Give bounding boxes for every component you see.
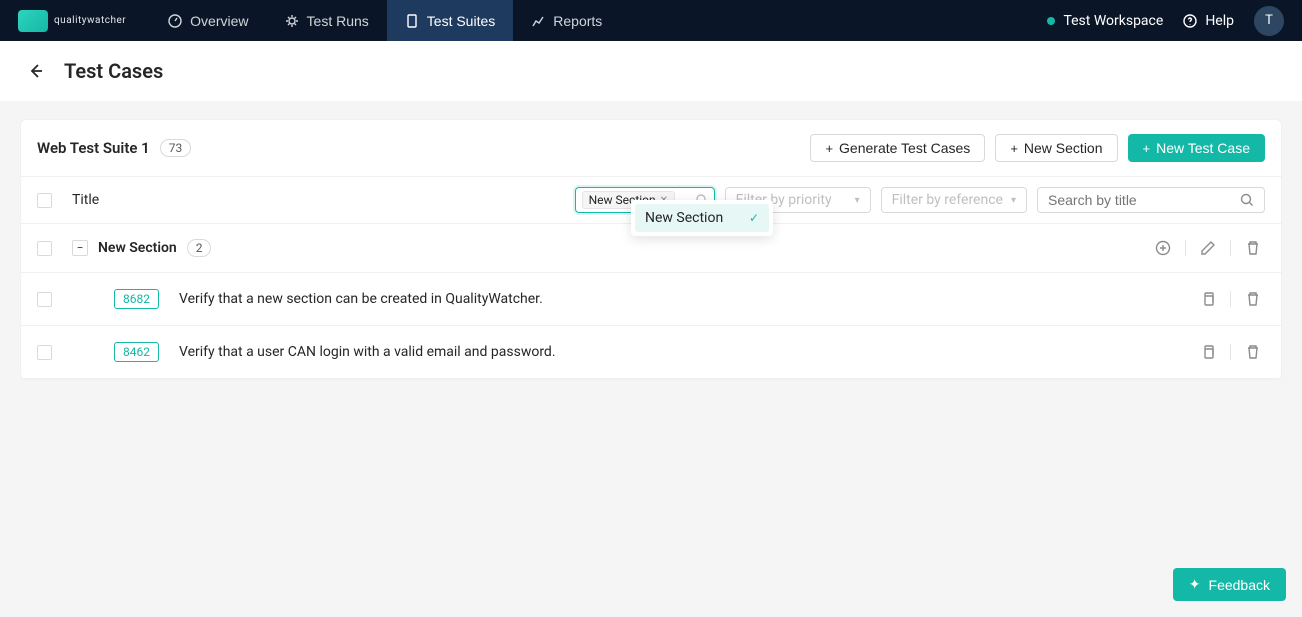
test-case-row[interactable]: 8462 Verify that a user CAN login with a…	[21, 326, 1281, 379]
section-filter-dropdown: New Section ✓	[631, 200, 773, 236]
divider	[1185, 240, 1186, 256]
case-id-badge: 8462	[114, 342, 159, 362]
nav-test-runs-label: Test Runs	[307, 13, 369, 29]
logo-icon	[18, 10, 48, 32]
divider	[1230, 291, 1231, 307]
new-section-button[interactable]: + New Section	[995, 134, 1117, 162]
delete-case-button[interactable]	[1241, 340, 1265, 364]
avatar[interactable]: T	[1254, 6, 1284, 36]
search-button[interactable]	[1230, 187, 1265, 213]
page-header: Test Cases	[0, 41, 1302, 101]
test-case-row[interactable]: 8682 Verify that a new section can be cr…	[21, 273, 1281, 326]
feedback-button[interactable]: ✦ Feedback	[1173, 568, 1286, 601]
nav-reports-label: Reports	[553, 13, 602, 29]
nav-test-suites-label: Test Suites	[427, 13, 495, 29]
search-input[interactable]	[1037, 187, 1240, 213]
dropdown-option-label: New Section	[645, 210, 723, 226]
nav-overview[interactable]: Overview	[150, 0, 266, 41]
topbar: qualitywatcher Overview Test Runs Test S…	[0, 0, 1302, 41]
case-title: Verify that a new section can be created…	[179, 291, 543, 307]
chart-icon	[531, 14, 545, 28]
nav-reports[interactable]: Reports	[513, 0, 620, 41]
case-row-actions	[1196, 340, 1265, 364]
help-label: Help	[1205, 13, 1234, 29]
nav-test-runs[interactable]: Test Runs	[267, 0, 387, 41]
plus-icon: +	[1010, 141, 1018, 156]
logo[interactable]: qualitywatcher	[18, 10, 126, 32]
help-link[interactable]: Help	[1183, 13, 1234, 29]
reference-filter-select[interactable]: Filter by reference ▾	[881, 187, 1027, 213]
new-section-label: New Section	[1024, 140, 1103, 156]
workspace-switcher[interactable]: Test Workspace	[1047, 13, 1163, 29]
select-all-checkbox[interactable]	[37, 193, 52, 208]
dashboard-icon	[168, 14, 182, 28]
reference-placeholder: Filter by reference	[892, 192, 1003, 208]
nav-test-suites[interactable]: Test Suites	[387, 0, 513, 41]
section-row-actions	[1151, 236, 1265, 260]
help-icon	[1183, 14, 1197, 28]
case-id-badge: 8682	[114, 289, 159, 309]
edit-section-button[interactable]	[1196, 236, 1220, 260]
add-case-button[interactable]	[1151, 236, 1175, 260]
generate-test-cases-button[interactable]: + Generate Test Cases	[810, 134, 985, 162]
divider	[1230, 344, 1231, 360]
workspace-name: Test Workspace	[1063, 13, 1163, 29]
plus-icon: +	[825, 141, 833, 156]
case-title: Verify that a user CAN login with a vali…	[179, 344, 556, 360]
delete-case-button[interactable]	[1241, 287, 1265, 311]
back-button[interactable]	[24, 59, 48, 83]
section-count-badge: 2	[187, 239, 212, 257]
feedback-label: Feedback	[1209, 577, 1270, 593]
tablet-icon	[405, 14, 419, 28]
chevron-down-icon: ▾	[1011, 195, 1016, 206]
suite-count-badge: 73	[160, 139, 192, 157]
collapse-toggle[interactable]: −	[72, 240, 88, 256]
avatar-initial: T	[1265, 13, 1273, 28]
logo-text: qualitywatcher	[54, 15, 126, 26]
section-checkbox[interactable]	[37, 241, 52, 256]
copy-case-button[interactable]	[1196, 287, 1220, 311]
section-title: New Section	[98, 240, 177, 256]
main-nav: Overview Test Runs Test Suites Reports	[150, 0, 620, 41]
topbar-right: Test Workspace Help T	[1047, 6, 1284, 36]
content-panel: Web Test Suite 1 73 + Generate Test Case…	[20, 119, 1282, 380]
gear-icon	[285, 14, 299, 28]
new-test-case-label: New Test Case	[1156, 140, 1250, 156]
suite-name: Web Test Suite 1	[37, 139, 150, 157]
copy-case-button[interactable]	[1196, 340, 1220, 364]
new-test-case-button[interactable]: + New Test Case	[1128, 134, 1266, 162]
check-icon: ✓	[749, 211, 759, 225]
case-checkbox[interactable]	[37, 345, 52, 360]
delete-section-button[interactable]	[1241, 236, 1265, 260]
plus-icon: +	[1143, 141, 1151, 156]
presence-dot-icon	[1047, 17, 1055, 25]
chevron-down-icon: ▾	[855, 195, 860, 206]
generate-label: Generate Test Cases	[839, 140, 970, 156]
sparkle-icon: ✦	[1189, 576, 1201, 593]
dropdown-option-new-section[interactable]: New Section ✓	[635, 204, 769, 232]
panel-actions: + Generate Test Cases + New Section + Ne…	[810, 134, 1265, 162]
column-title-header: Title	[72, 192, 99, 208]
nav-overview-label: Overview	[190, 13, 248, 29]
case-checkbox[interactable]	[37, 292, 52, 307]
page-title: Test Cases	[64, 59, 163, 83]
divider	[1230, 240, 1231, 256]
case-row-actions	[1196, 287, 1265, 311]
filter-row: Title New Section ✕ Filter by priority ▾…	[21, 176, 1281, 224]
panel-header: Web Test Suite 1 73 + Generate Test Case…	[21, 120, 1281, 176]
